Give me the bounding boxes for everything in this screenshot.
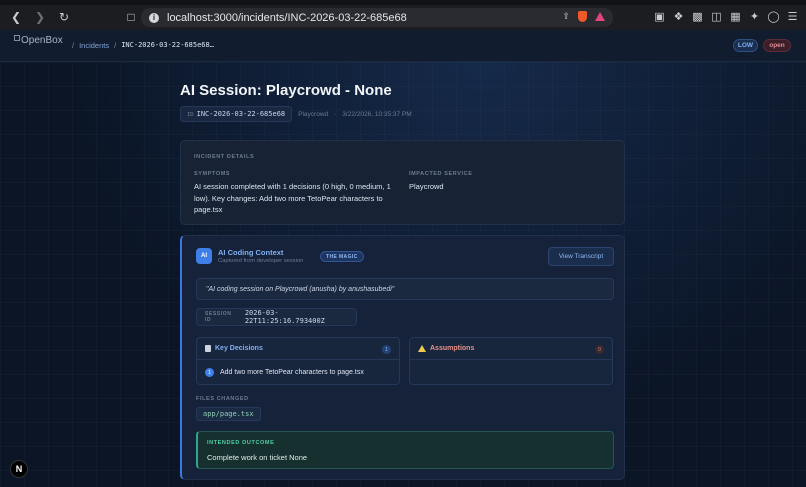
breadcrumb: / Incidents / INC-2026-03-22-685e68… (72, 41, 214, 50)
page-title: AI Session: Playcrowd - None (180, 82, 392, 99)
key-decisions-panel: Key Decisions 1 1 Add two more TetoPear … (196, 337, 400, 385)
session-id-label: SESSION ID (205, 311, 232, 323)
app-header: OpenBox / Incidents / INC-2026-03-22-685… (0, 30, 806, 62)
incident-meta: ID INC-2026-03-22-685e68 Playcrowd · 3/22… (180, 106, 412, 122)
incident-details-card: INCIDENT DETAILS SYMPTOMS AI session com… (180, 140, 625, 225)
leo-ai-icon[interactable]: ✦ (749, 10, 760, 23)
key-decisions-header: Key Decisions (205, 345, 263, 352)
brave-shield-icon[interactable] (578, 11, 587, 22)
ai-icon: AI (196, 248, 212, 264)
ai-context-subtitle: Captured from developer session (218, 258, 304, 264)
logo-alt-text: OpenBox (21, 35, 63, 46)
assumptions-title: Assumptions (430, 345, 475, 352)
extensions-icon[interactable]: ❖ (673, 10, 684, 23)
sidebar-icon[interactable]: ◫ (711, 10, 722, 23)
magic-badge: THE MAGIC (320, 251, 364, 262)
reload-icon[interactable]: ↻ (56, 9, 72, 25)
id-label: ID (187, 112, 194, 118)
breadcrumb-separator: / (114, 41, 117, 50)
breadcrumb-incidents-link[interactable]: Incidents (79, 41, 109, 50)
intended-outcome-box: INTENDED OUTCOME Complete work on ticket… (196, 431, 614, 469)
forward-arrow-icon[interactable]: ❯ (32, 9, 48, 25)
impacted-service-section: IMPACTED SERVICE Playcrowd (409, 171, 609, 193)
breadcrumb-current: INC-2026-03-22-685e68… (121, 41, 214, 49)
url-text: localhost:3000/incidents/INC-2026-03-22-… (167, 11, 407, 24)
intended-outcome-label: INTENDED OUTCOME (207, 440, 275, 446)
decisions-count-badge: 1 (382, 345, 391, 354)
media-icon[interactable]: ▦ (730, 10, 741, 23)
site-info-icon[interactable]: i (149, 12, 159, 23)
symptoms-label: SYMPTOMS (194, 171, 231, 177)
severity-badge: LOW (733, 39, 758, 52)
openbox-logo[interactable]: OpenBox (14, 35, 63, 46)
ai-coding-context-card: AI AI Coding Context Captured from devel… (180, 235, 625, 480)
assumptions-header: Assumptions (418, 345, 474, 352)
incident-id: INC-2026-03-22-685e68 (196, 110, 286, 118)
wallet-icon[interactable]: ▣ (654, 10, 665, 23)
meta-separator: · (334, 110, 337, 118)
breadcrumb-separator: / (72, 41, 75, 50)
decision-item: 1 Add two more TetoPear characters to pa… (205, 368, 364, 377)
browser-toolbar: ❮ ❯ ↻ □ i localhost:3000/incidents/INC-2… (0, 5, 806, 30)
file-chip: app/page.tsx (196, 407, 261, 421)
share-icon[interactable]: ⇪ (562, 11, 570, 22)
decision-number: 1 (205, 368, 214, 377)
assumptions-count-badge: 0 (595, 345, 604, 354)
clipboard-icon (205, 345, 211, 352)
symptoms-section: SYMPTOMS AI session completed with 1 dec… (194, 171, 399, 216)
broken-image-icon (14, 35, 20, 41)
panel-divider (197, 359, 399, 360)
session-quote: "AI coding session on Playcrowd (anusha)… (196, 278, 614, 300)
files-changed-label: FILES CHANGED (196, 396, 249, 402)
impacted-service-value: Playcrowd (409, 182, 444, 191)
assumptions-panel: Assumptions 0 (409, 337, 613, 385)
key-decisions-title: Key Decisions (215, 345, 263, 352)
panel-divider (410, 359, 612, 360)
nextjs-dev-badge[interactable]: N (10, 460, 28, 478)
back-arrow-icon[interactable]: ❮ (8, 9, 24, 25)
intended-outcome-text: Complete work on ticket None (207, 453, 308, 462)
impacted-service-label: IMPACTED SERVICE (409, 171, 473, 177)
warning-icon (418, 345, 426, 352)
menu-icon[interactable]: ☰ (787, 10, 798, 23)
view-transcript-button[interactable]: View Transcript (548, 247, 614, 266)
session-id-value: 2026-03-22T11:25:16.793400Z (244, 309, 325, 325)
screenshot-icon[interactable]: ▩ (692, 10, 703, 23)
symptoms-text: AI session completed with 1 decisions (0… (194, 182, 391, 214)
address-bar[interactable]: i localhost:3000/incidents/INC-2026-03-2… (141, 8, 613, 27)
details-heading: INCIDENT DETAILS (194, 154, 255, 160)
brave-rewards-icon[interactable] (595, 12, 605, 21)
meta-timestamp: 3/22/2026, 10:35:37 PM (342, 110, 412, 118)
ai-context-title: AI Coding Context (218, 248, 284, 257)
bookmark-icon[interactable]: □ (123, 9, 139, 25)
vpn-icon[interactable]: ◯ (767, 10, 779, 23)
status-badge: open (763, 39, 791, 52)
incident-id-chip: ID INC-2026-03-22-685e68 (180, 106, 293, 122)
session-id-box: SESSION ID 2026-03-22T11:25:16.793400Z (196, 308, 357, 326)
decision-text: Add two more TetoPear characters to page… (220, 369, 364, 376)
meta-service: Playcrowd (298, 110, 329, 118)
